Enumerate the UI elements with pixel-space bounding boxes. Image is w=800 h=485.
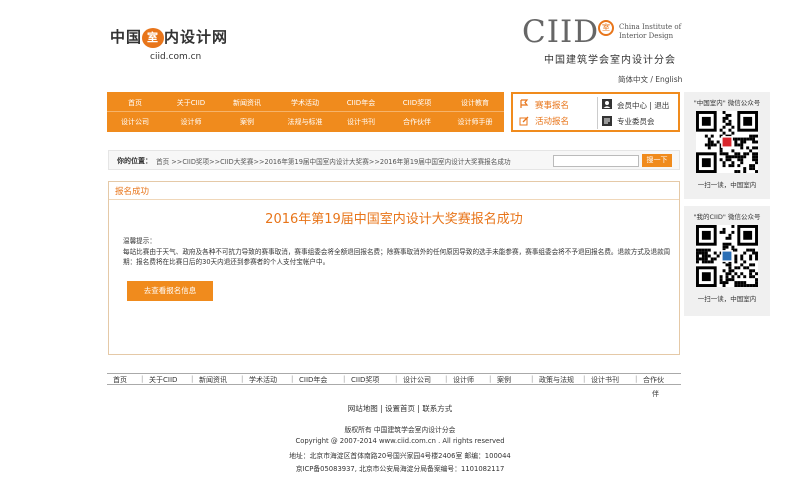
committee-link[interactable]: 专业委员会 (617, 116, 655, 127)
search-button[interactable]: 搜一下 (642, 154, 672, 167)
wechat-2-footer: 一扫一读，中国室内 (697, 295, 757, 303)
notice-title: 温馨提示： (123, 237, 156, 245)
footer-nav-separator: | (635, 375, 638, 383)
breadcrumb-bar: 你的位置： 首页 >>CIID奖项>>CIID大奖赛>>2016年第19届中国室… (108, 150, 680, 170)
footer-nav-item-10[interactable]: 设计书刊 (591, 375, 619, 385)
footer-nav-item-11[interactable]: 合作伙 (643, 375, 664, 385)
view-registration-button[interactable]: 去查看报名信息 (127, 281, 213, 301)
edit-icon (519, 116, 529, 126)
quick-divider (597, 97, 598, 129)
quick-links: 赛事报名 活动报名 会员中心 | 退出 专业委员会 (511, 92, 680, 132)
wechat-panel-2: "我的CIID" 微信公众号 一扫一读，中国室内 (684, 206, 770, 316)
wechat-2-title: "我的CIID" 微信公众号 (693, 213, 761, 221)
footer-nav-separator: | (141, 375, 144, 383)
footer-nav-separator: | (343, 375, 346, 383)
footer-nav-separator: | (583, 375, 586, 383)
ciid-logo: CIID (522, 14, 600, 50)
footer-nav-item-3[interactable]: 学术活动 (249, 375, 277, 385)
footer-nav-item-2[interactable]: 新闻资讯 (199, 375, 227, 385)
footer-nav-separator: | (531, 375, 534, 383)
activity-apply-link[interactable]: 活动报名 (535, 115, 569, 127)
panel-header: 报名成功 (109, 182, 679, 200)
footer-nav-separator: | (291, 375, 294, 383)
member-separator: | (649, 101, 652, 110)
wechat-1-footer: 一扫一读，中国室内 (697, 181, 757, 189)
breadcrumb[interactable]: 首页 >>CIID奖项>>CIID大奖赛>>2016年第19届中国室内设计大奖赛… (156, 156, 511, 166)
footer-icp: 京ICP备05083937, 北京市公安局海淀分局备案编号：1101082117 (295, 465, 505, 473)
footer-nav-item-8[interactable]: 案例 (497, 375, 511, 385)
footer-nav-item-wrap[interactable]: 伴 (652, 389, 659, 399)
footer-nav-item-6[interactable]: 设计公司 (403, 375, 431, 385)
nav-divider (107, 111, 504, 112)
qr-code-2 (696, 225, 758, 287)
footer-address: 地址：北京市海淀区首体南路20号国兴家园4号楼2406室 邮编：100044 (289, 452, 511, 460)
footer-nav-separator: | (395, 375, 398, 383)
search-input[interactable] (553, 155, 639, 167)
footer-nav-separator: | (445, 375, 448, 383)
member-center-link[interactable]: 会员中心 (617, 101, 647, 110)
ciid-english-line-1: China Institute of (619, 23, 682, 31)
nav-item-row2-4[interactable]: 设计书刊 (333, 117, 389, 127)
nav-item-row2-3[interactable]: 法规与标准 (277, 117, 333, 127)
nav-item-row1-0[interactable]: 首页 (107, 98, 163, 108)
nav-item-row2-1[interactable]: 设计师 (163, 117, 219, 127)
notice: 温馨提示： 每站比赛由于天气、政府及各种不可抗力导致的赛事取消，赛事组委会将全额… (123, 236, 671, 268)
member-area: 会员中心 | 退出 (617, 100, 669, 111)
page-title: 2016年第19届中国室内设计大奖赛报名成功 (265, 212, 523, 227)
logo-text: 中国 (110, 28, 143, 46)
main-nav: 首页 关于CIID 新闻资讯 学术活动 CIID年会 CIID奖项 设计教育 设计公司 设计师… (107, 92, 504, 132)
language-switch[interactable]: 简体中文 / English (618, 74, 682, 85)
nav-item-row1-4[interactable]: CIID年会 (333, 98, 389, 108)
footer-nav-item-5[interactable]: CIID奖项 (351, 375, 379, 385)
footer-nav-separator: | (191, 375, 194, 383)
footer-nav-item-7[interactable]: 设计师 (453, 375, 474, 385)
logout-link[interactable]: 退出 (654, 101, 669, 110)
nav-item-row1-5[interactable]: CIID奖项 (389, 98, 445, 108)
contest-apply-link[interactable]: 赛事报名 (535, 99, 569, 111)
footer-nav-separator: | (241, 375, 244, 383)
nav-item-row1-6[interactable]: 设计教育 (447, 98, 503, 108)
logo-text-2: 内设计网 (164, 28, 229, 46)
footer-nav-item-1[interactable]: 关于CIID (149, 375, 177, 385)
nav-item-row1-2[interactable]: 新闻资讯 (219, 98, 275, 108)
ciid-chinese-name: 中国建筑学会室内设计分会 (544, 55, 676, 66)
footer-nav: 首页 | 关于CIID | 新闻资讯 | 学术活动 | CIID年会 | CIID奖项 | 设计公司 | 设… (107, 373, 681, 385)
ciid-english-line-2: Interior Design (619, 32, 674, 40)
site-logo[interactable]: 中国室内设计网 (110, 26, 250, 50)
qr-code-icon (696, 111, 758, 173)
nav-item-row1-1[interactable]: 关于CIID (163, 98, 219, 108)
panel-header-label: 报名成功 (115, 187, 150, 197)
footer-owner: 版权所有 中国建筑学会室内设计分会 (344, 426, 456, 434)
nav-item-row1-3[interactable]: 学术活动 (277, 98, 333, 108)
qr-code-icon (696, 225, 758, 287)
registration-success-panel: 报名成功 2016年第19届中国室内设计大奖赛报名成功 温馨提示： 每站比赛由于… (108, 181, 680, 355)
footer-nav-item-0[interactable]: 首页 (113, 375, 127, 385)
nav-item-row2-0[interactable]: 设计公司 (107, 117, 163, 127)
notice-body: 每站比赛由于天气、政府及各种不可抗力导致的赛事取消，赛事组委会将全额退回报名费；… (123, 247, 671, 267)
nav-item-row2-5[interactable]: 合作伙伴 (389, 117, 445, 127)
logo-badge-icon: 室 (142, 27, 165, 48)
committee-icon (602, 116, 612, 126)
footer-nav-item-4[interactable]: CIID年会 (299, 375, 327, 385)
breadcrumb-label: 你的位置： (117, 157, 152, 165)
nav-item-row2-6[interactable]: 设计师手册 (447, 117, 503, 127)
user-icon (602, 99, 612, 109)
footer-nav-separator: | (489, 375, 492, 383)
footer-nav-item-9[interactable]: 政策与法规 (539, 375, 574, 385)
wechat-1-title: "中国室内" 微信公众号 (693, 99, 761, 107)
ciid-badge-icon: 室 (598, 20, 614, 36)
footer-links[interactable]: 网站地图 | 设置首页 | 联系方式 (0, 403, 800, 414)
ciid-english-name: China Institute of Interior Design (619, 23, 681, 41)
nav-item-row2-2[interactable]: 案例 (219, 117, 275, 127)
footer-copyright: Copyright @ 2007-2014 www.ciid.com.cn . … (295, 437, 505, 445)
flag-icon (520, 99, 529, 108)
wechat-panel-1: "中国室内" 微信公众号 一扫一读，中国室内 (684, 92, 770, 199)
logo-url: ciid.com.cn (150, 52, 202, 62)
qr-code-1 (696, 111, 758, 173)
